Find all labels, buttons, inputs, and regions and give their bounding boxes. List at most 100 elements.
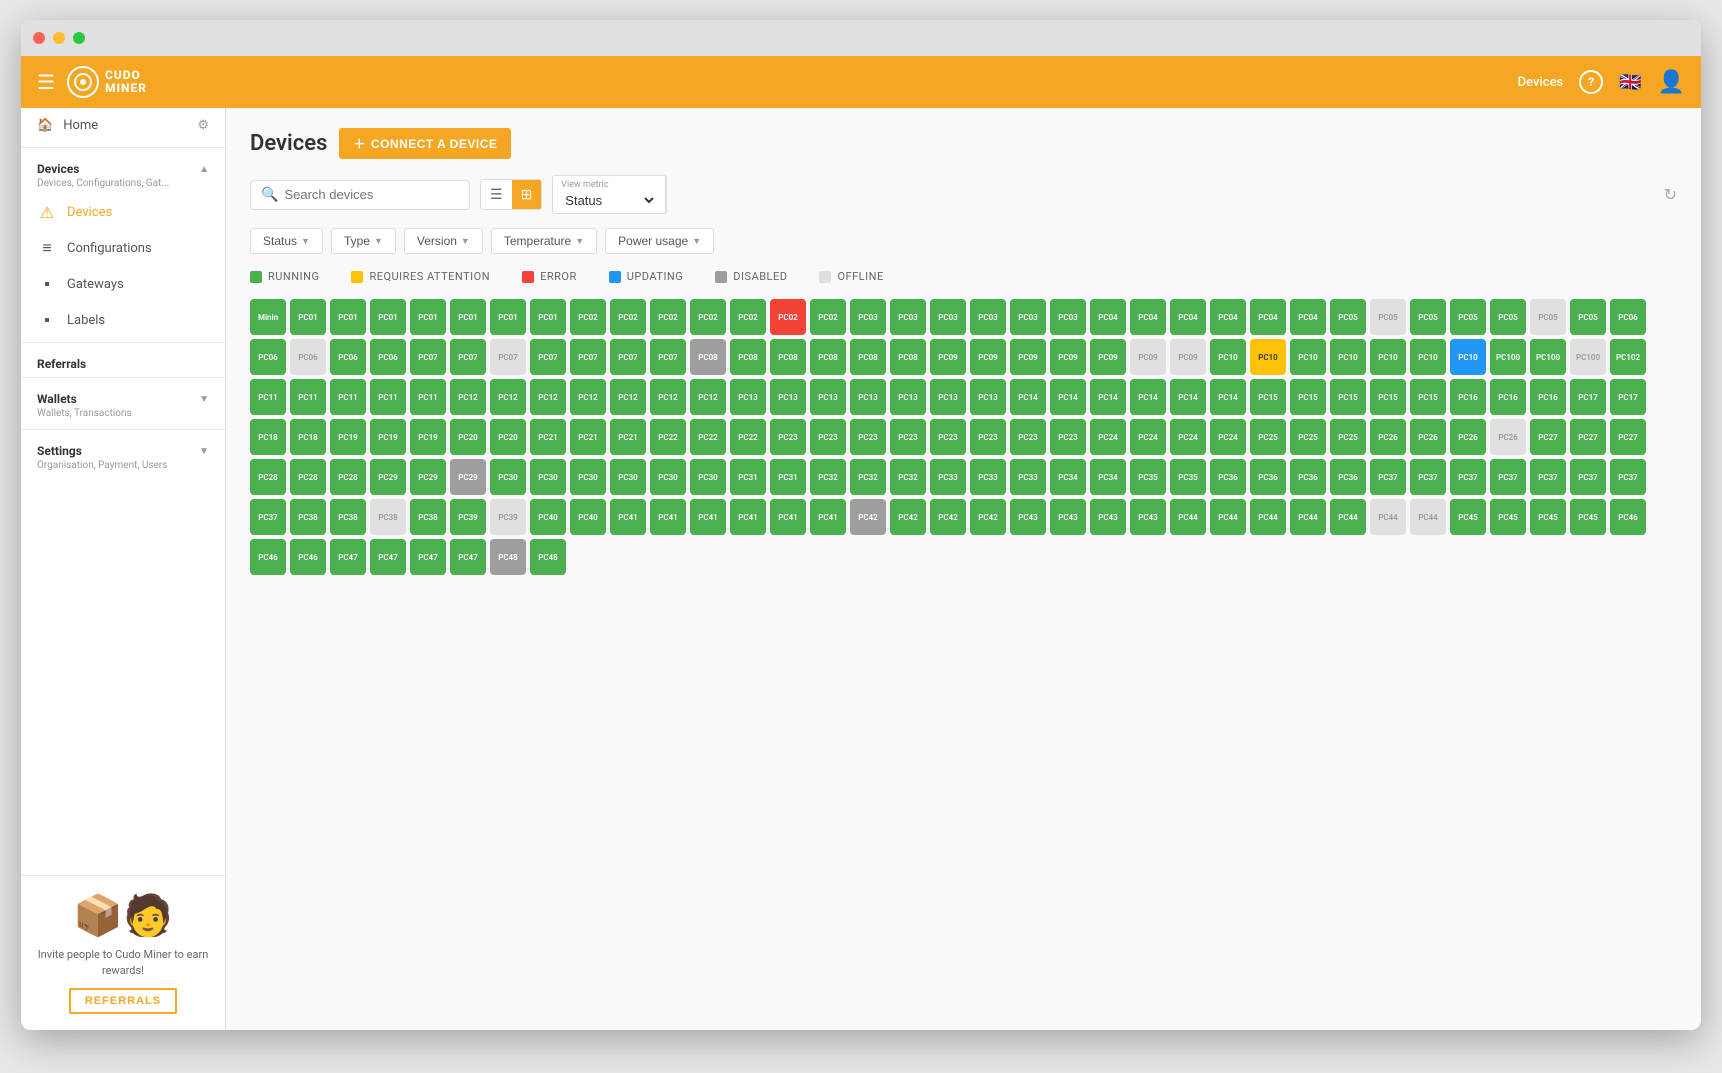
device-tile[interactable]: PC19 xyxy=(410,419,446,455)
device-tile[interactable]: PC32 xyxy=(810,459,846,495)
device-tile[interactable]: PC08 xyxy=(850,339,886,375)
device-tile[interactable]: PC43 xyxy=(1050,499,1086,535)
device-tile[interactable]: PC42 xyxy=(930,499,966,535)
filter-version[interactable]: Version ▼ xyxy=(404,228,483,254)
device-tile[interactable]: PC29 xyxy=(370,459,406,495)
device-tile[interactable]: PC07 xyxy=(490,339,526,375)
device-tile[interactable]: PC39 xyxy=(490,499,526,535)
device-tile[interactable]: PC05 xyxy=(1330,299,1366,335)
device-tile[interactable]: PC09 xyxy=(1010,339,1046,375)
device-tile[interactable]: PC01 xyxy=(530,299,566,335)
device-tile[interactable]: PC47 xyxy=(410,539,446,575)
device-tile[interactable]: PC33 xyxy=(1010,459,1046,495)
device-tile[interactable]: PC45 xyxy=(1450,499,1486,535)
device-tile[interactable]: PC12 xyxy=(610,379,646,415)
device-tile[interactable]: PC06 xyxy=(290,339,326,375)
device-tile[interactable]: PC08 xyxy=(770,339,806,375)
device-tile[interactable]: PC24 xyxy=(1090,419,1126,455)
device-tile[interactable]: PC01 xyxy=(410,299,446,335)
device-tile[interactable]: PC01 xyxy=(330,299,366,335)
device-tile[interactable]: PC23 xyxy=(1010,419,1046,455)
device-tile[interactable]: PC37 xyxy=(1490,459,1526,495)
device-tile[interactable]: PC08 xyxy=(890,339,926,375)
device-tile[interactable]: PC26 xyxy=(1490,419,1526,455)
device-tile[interactable]: PC102 xyxy=(1610,339,1646,375)
device-tile[interactable]: PC26 xyxy=(1410,419,1446,455)
device-tile[interactable]: PC09 xyxy=(1090,339,1126,375)
device-tile[interactable]: PC30 xyxy=(650,459,686,495)
device-tile[interactable]: PC21 xyxy=(610,419,646,455)
device-tile[interactable]: PC14 xyxy=(1210,379,1246,415)
device-tile[interactable]: PC38 xyxy=(370,499,406,535)
device-tile[interactable]: PC16 xyxy=(1450,379,1486,415)
device-tile[interactable]: PC09 xyxy=(1130,339,1166,375)
device-tile[interactable]: PC01 xyxy=(490,299,526,335)
device-tile[interactable]: PC08 xyxy=(730,339,766,375)
search-input[interactable] xyxy=(284,187,459,202)
device-tile[interactable]: PC13 xyxy=(810,379,846,415)
gear-icon[interactable]: ⚙ xyxy=(197,118,209,133)
device-tile[interactable]: PC100 xyxy=(1490,339,1526,375)
device-tile[interactable]: PC16 xyxy=(1530,379,1566,415)
device-tile[interactable]: PC14 xyxy=(1090,379,1126,415)
device-tile[interactable]: PC44 xyxy=(1210,499,1246,535)
device-tile[interactable]: PC28 xyxy=(250,459,286,495)
connect-device-button[interactable]: ＋ CONNECT A DEVICE xyxy=(339,128,511,159)
device-tile[interactable]: PC23 xyxy=(810,419,846,455)
dot-yellow[interactable] xyxy=(53,32,65,44)
device-tile[interactable]: PC29 xyxy=(450,459,486,495)
sidebar-devices-header[interactable]: Devices ▲ xyxy=(21,152,225,178)
device-tile[interactable]: PC24 xyxy=(1130,419,1166,455)
device-tile[interactable]: PC45 xyxy=(1570,499,1606,535)
device-tile[interactable]: PC06 xyxy=(370,339,406,375)
device-tile[interactable]: PC46 xyxy=(1610,499,1646,535)
device-tile[interactable]: PC02 xyxy=(570,299,606,335)
device-tile[interactable]: PC47 xyxy=(450,539,486,575)
device-tile[interactable]: PC23 xyxy=(1050,419,1086,455)
device-tile[interactable]: PC44 xyxy=(1370,499,1406,535)
device-tile[interactable]: PC12 xyxy=(650,379,686,415)
device-tile[interactable]: PC06 xyxy=(330,339,366,375)
device-tile[interactable]: PC17 xyxy=(1570,379,1606,415)
device-tile[interactable]: PC42 xyxy=(970,499,1006,535)
device-tile[interactable]: PC44 xyxy=(1330,499,1366,535)
device-tile[interactable]: PC20 xyxy=(490,419,526,455)
device-tile[interactable]: PC35 xyxy=(1170,459,1206,495)
device-tile[interactable]: PC06 xyxy=(1610,299,1646,335)
device-tile[interactable]: PC13 xyxy=(930,379,966,415)
device-tile[interactable]: PC44 xyxy=(1410,499,1446,535)
device-tile[interactable]: PC47 xyxy=(330,539,366,575)
sidebar-item-home[interactable]: 🏠 Home ⚙ xyxy=(21,108,225,143)
device-tile[interactable]: PC42 xyxy=(850,499,886,535)
device-tile[interactable]: PC01 xyxy=(290,299,326,335)
device-tile[interactable]: PC10 xyxy=(1370,339,1406,375)
device-tile[interactable]: PC21 xyxy=(530,419,566,455)
device-tile[interactable]: PC22 xyxy=(650,419,686,455)
device-tile[interactable]: PC05 xyxy=(1450,299,1486,335)
sidebar-item-devices[interactable]: ⚠ Devices xyxy=(21,195,225,230)
device-tile[interactable]: PC36 xyxy=(1210,459,1246,495)
device-tile[interactable]: PC10 xyxy=(1250,339,1286,375)
device-tile[interactable]: PC36 xyxy=(1250,459,1286,495)
device-tile[interactable]: PC09 xyxy=(1050,339,1086,375)
device-tile[interactable]: PC06 xyxy=(250,339,286,375)
device-tile[interactable]: PC38 xyxy=(410,499,446,535)
device-tile[interactable]: PC17 xyxy=(1610,379,1646,415)
sidebar-item-labels[interactable]: ▪ Labels xyxy=(21,302,225,338)
device-tile[interactable]: PC41 xyxy=(810,499,846,535)
device-tile[interactable]: PC30 xyxy=(690,459,726,495)
sidebar-wallets-header[interactable]: Wallets ▼ xyxy=(21,382,225,408)
device-tile[interactable]: PC09 xyxy=(1170,339,1206,375)
device-tile[interactable]: PC02 xyxy=(730,299,766,335)
device-tile[interactable]: PC32 xyxy=(890,459,926,495)
device-tile[interactable]: PC05 xyxy=(1530,299,1566,335)
device-tile[interactable]: PC41 xyxy=(770,499,806,535)
device-tile[interactable]: PC37 xyxy=(1370,459,1406,495)
device-tile[interactable]: PC43 xyxy=(1010,499,1046,535)
device-tile[interactable]: PC46 xyxy=(290,539,326,575)
device-tile[interactable]: PC19 xyxy=(370,419,406,455)
device-tile[interactable]: PC02 xyxy=(650,299,686,335)
device-tile[interactable]: PC04 xyxy=(1170,299,1206,335)
device-tile[interactable]: PC04 xyxy=(1290,299,1326,335)
device-tile[interactable]: Minin xyxy=(250,299,286,335)
